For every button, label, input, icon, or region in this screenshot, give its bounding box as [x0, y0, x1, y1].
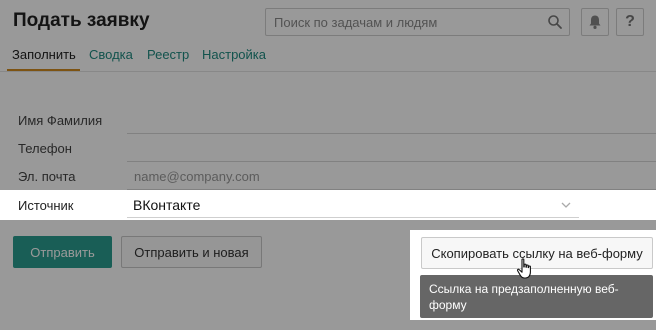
web-form-page: Подать заявку ? Заполнить Сводка Реестр … [0, 0, 656, 330]
dim-overlay-bottom-left [0, 220, 410, 330]
dim-overlay-bottom-strip [410, 320, 656, 330]
copy-webform-link-button[interactable]: Скопировать ссылку на веб-форму [421, 237, 653, 269]
hand-pointer-icon [516, 258, 531, 279]
source-label: Источник [18, 198, 74, 213]
tooltip: Ссылка на предзаполненную веб-форму [420, 275, 653, 318]
dim-overlay-top [0, 0, 656, 190]
source-select[interactable]: ВКонтакте [127, 192, 579, 218]
dim-overlay-bottom-gap [410, 220, 656, 230]
chevron-down-icon [561, 202, 571, 208]
source-value: ВКонтакте [133, 197, 201, 213]
source-row: Источник ВКонтакте [0, 190, 656, 220]
